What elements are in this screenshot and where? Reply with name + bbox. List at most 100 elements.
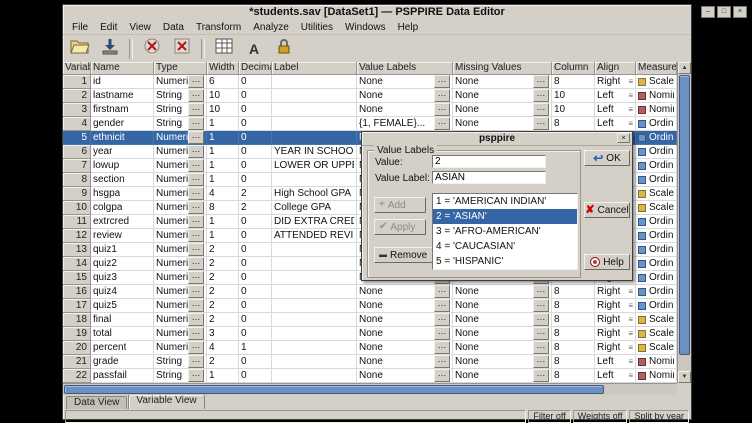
label-cell[interactable]	[272, 355, 357, 369]
width-cell[interactable]: 6	[207, 75, 239, 89]
missing-values-cell[interactable]: None…	[453, 89, 552, 103]
scroll-down-arrow[interactable]: ▼	[678, 371, 691, 383]
open-file-button[interactable]	[66, 36, 94, 62]
status-split[interactable]: Split by year	[629, 410, 689, 423]
ellipsis-button[interactable]: …	[434, 89, 450, 102]
menu-utilities[interactable]: Utilities	[295, 21, 339, 34]
menu-data[interactable]: Data	[157, 21, 190, 34]
type-cell[interactable]: Numeric…	[154, 313, 207, 327]
width-cell[interactable]: 8	[207, 201, 239, 215]
ellipsis-button[interactable]: …	[533, 313, 549, 326]
ellipsis-button[interactable]: …	[434, 117, 450, 130]
missing-values-cell[interactable]: None…	[453, 103, 552, 117]
width-cell[interactable]: 2	[207, 313, 239, 327]
menu-file[interactable]: File	[66, 21, 94, 34]
ellipsis-button[interactable]: …	[533, 341, 549, 354]
measure-cell[interactable]: Scale	[636, 313, 677, 327]
width-cell[interactable]: 4	[207, 341, 239, 355]
align-cell[interactable]: Right≡	[595, 285, 636, 299]
label-cell[interactable]	[272, 75, 357, 89]
remove-button[interactable]: ▬ Remove	[374, 247, 436, 263]
width-cell[interactable]: 1	[207, 131, 239, 145]
row-number-cell[interactable]: 9	[63, 187, 91, 201]
ellipsis-button[interactable]: …	[188, 369, 204, 382]
width-cell[interactable]: 3	[207, 327, 239, 341]
name-cell[interactable]: section	[91, 173, 154, 187]
help-button[interactable]: Help	[584, 254, 630, 270]
value-labels-cell[interactable]: None…	[357, 341, 453, 355]
dialog-titlebar[interactable]: psppire ×	[362, 132, 632, 146]
value-label-item[interactable]: 5 = 'HISPANIC'	[433, 254, 577, 269]
type-cell[interactable]: Numeric…	[154, 173, 207, 187]
label-cell[interactable]	[272, 369, 357, 383]
row-number-cell[interactable]: 2	[63, 89, 91, 103]
decimals-cell[interactable]: 0	[239, 103, 272, 117]
scroll-up-arrow[interactable]: ▲	[678, 62, 691, 74]
columns-cell[interactable]: 8	[552, 117, 595, 131]
align-cell[interactable]: Left≡	[595, 355, 636, 369]
align-cell[interactable]: Left≡	[595, 369, 636, 383]
ellipsis-button[interactable]: …	[434, 327, 450, 340]
width-cell[interactable]: 2	[207, 285, 239, 299]
columns-cell[interactable]: 8	[552, 341, 595, 355]
align-cell[interactable]: Right≡	[595, 313, 636, 327]
value-label-item[interactable]: 1 = 'AMERICAN INDIAN'	[433, 194, 577, 209]
column-header[interactable]: Type	[154, 62, 207, 75]
align-cell[interactable]: Right≡	[595, 341, 636, 355]
type-cell[interactable]: Numeric…	[154, 285, 207, 299]
label-cell[interactable]	[272, 117, 357, 131]
ellipsis-button[interactable]: …	[434, 285, 450, 298]
row-number-cell[interactable]: 12	[63, 229, 91, 243]
measure-cell[interactable]: Ordinal	[636, 243, 677, 257]
row-number-cell[interactable]: 10	[63, 201, 91, 215]
missing-values-cell[interactable]: None…	[453, 75, 552, 89]
type-cell[interactable]: String…	[154, 117, 207, 131]
ellipsis-button[interactable]: …	[188, 229, 204, 242]
decimals-cell[interactable]: 0	[239, 145, 272, 159]
measure-cell[interactable]: Scale	[636, 327, 677, 341]
missing-values-cell[interactable]: None…	[453, 369, 552, 383]
dialog-close-button[interactable]: ×	[617, 133, 630, 143]
decimals-cell[interactable]: 0	[239, 117, 272, 131]
minimize-button[interactable]: –	[701, 6, 715, 18]
ellipsis-button[interactable]: …	[533, 285, 549, 298]
ellipsis-button[interactable]: …	[434, 341, 450, 354]
value-labels-cell[interactable]: None…	[357, 355, 453, 369]
measure-cell[interactable]: Ordinal	[636, 299, 677, 313]
width-cell[interactable]: 2	[207, 355, 239, 369]
column-header[interactable]: Missing Values	[453, 62, 552, 75]
value-label-input[interactable]	[432, 171, 546, 184]
ellipsis-button[interactable]: …	[188, 271, 204, 284]
row-number-cell[interactable]: 3	[63, 103, 91, 117]
name-cell[interactable]: quiz1	[91, 243, 154, 257]
ellipsis-button[interactable]: …	[434, 355, 450, 368]
columns-cell[interactable]: 8	[552, 313, 595, 327]
name-cell[interactable]: id	[91, 75, 154, 89]
align-cell[interactable]: Right≡	[595, 327, 636, 341]
width-cell[interactable]: 10	[207, 89, 239, 103]
align-cell[interactable]: Left≡	[595, 117, 636, 131]
ellipsis-button[interactable]: …	[188, 327, 204, 340]
decimals-cell[interactable]: 0	[239, 257, 272, 271]
value-input[interactable]	[432, 155, 546, 168]
ok-button[interactable]: ↩ OK	[584, 150, 630, 166]
label-cell[interactable]	[272, 299, 357, 313]
missing-values-cell[interactable]: None…	[453, 117, 552, 131]
value-labels-cell[interactable]: None…	[357, 327, 453, 341]
add-button[interactable]: + Add	[374, 197, 426, 213]
value-labels-button[interactable]	[210, 36, 238, 62]
label-cell[interactable]: YEAR IN SCHOOL	[272, 145, 357, 159]
width-cell[interactable]: 1	[207, 215, 239, 229]
menu-view[interactable]: View	[123, 21, 157, 34]
label-cell[interactable]: ATTENDED REVIEW SES	[272, 229, 357, 243]
row-number-cell[interactable]: 14	[63, 257, 91, 271]
align-cell[interactable]: Left≡	[595, 103, 636, 117]
menu-windows[interactable]: Windows	[339, 21, 392, 34]
columns-cell[interactable]: 10	[552, 89, 595, 103]
label-cell[interactable]	[272, 243, 357, 257]
value-label-item[interactable]: 2 = 'ASIAN'	[433, 209, 577, 224]
name-cell[interactable]: quiz2	[91, 257, 154, 271]
ellipsis-button[interactable]: …	[188, 117, 204, 130]
column-header[interactable]: Name	[91, 62, 154, 75]
measure-cell[interactable]: Scale	[636, 201, 677, 215]
